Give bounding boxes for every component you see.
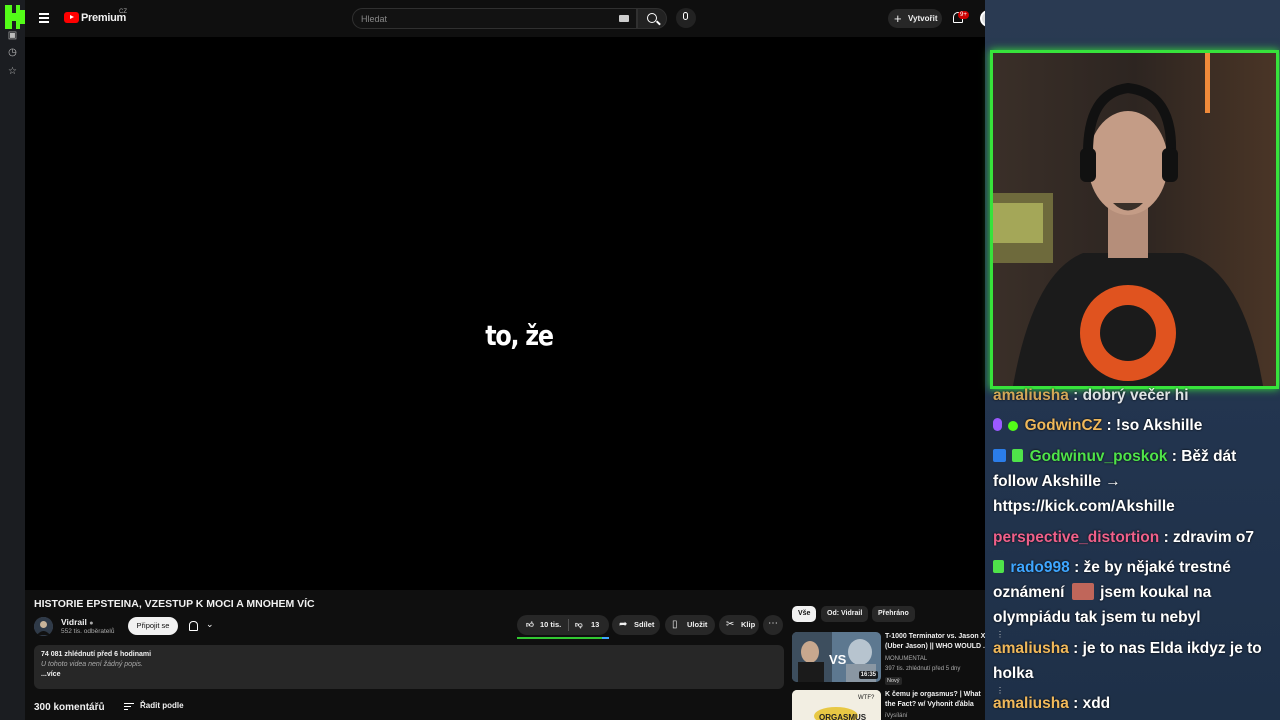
view-stats: 74 081 zhlédnutí před 6 hodinami <box>41 651 152 658</box>
description-text: U tohoto videa není žádný popis. <box>41 661 143 668</box>
comments-count: 300 komentářů <box>34 702 105 713</box>
video-thumbnail[interactable]: ORGASMUS WTF? <box>792 690 881 720</box>
like-dislike-group: 👍︎ 10 tis. 👎︎ 13 <box>517 615 609 635</box>
sort-label: Řadit podle <box>140 701 184 710</box>
create-button[interactable]: + Vytvořit <box>888 9 942 28</box>
chat-username[interactable]: GodwinCZ <box>1025 417 1103 434</box>
chat-message: amaliusha : xdd <box>993 691 1278 716</box>
chat-message: amaliusha : je to nas Elda ikdyz je to h… <box>993 636 1278 686</box>
chat-username[interactable]: rado998 <box>1010 559 1069 576</box>
chevron-down-icon[interactable]: ⌄ <box>206 619 214 630</box>
history-icon[interactable]: ◷ <box>7 47 18 58</box>
notifications-badge: 9+ <box>958 11 969 19</box>
svg-text:ORGASMUS: ORGASMUS <box>819 713 867 720</box>
recommendation-channel[interactable]: MONUMENTAL <box>885 656 927 662</box>
svg-text:WTF?: WTF? <box>858 695 875 701</box>
chip-from-channel[interactable]: Od: Vidrail <box>821 606 869 622</box>
chat-menu-icon[interactable]: ⋮ <box>996 630 1004 639</box>
scissors-icon: ✂ <box>726 619 735 630</box>
description-box[interactable]: 74 081 zhlédnutí před 6 hodinami U tohot… <box>34 645 784 689</box>
youtube-logo-icon[interactable] <box>64 12 79 23</box>
like-divider <box>568 619 569 631</box>
chip-all[interactable]: Vše <box>792 606 817 622</box>
bot-badge-icon <box>993 560 1004 573</box>
share-label: Sdílet <box>634 620 655 629</box>
search-icon <box>647 13 657 23</box>
join-button[interactable]: Připojit se <box>128 617 178 635</box>
create-label: Vytvořit <box>908 14 938 23</box>
chat-text: : !so Akshille <box>1106 417 1203 434</box>
chat-username[interactable]: amaliusha <box>993 387 1069 404</box>
verified-badge-icon <box>1008 421 1019 431</box>
chat-text: : xdd <box>1073 695 1111 712</box>
mic-badge-icon <box>993 418 1002 431</box>
channel-subscribers: 552 tis. odběratelů <box>61 628 115 635</box>
recommendation-channel[interactable]: iVysílání <box>885 713 907 719</box>
search-button[interactable] <box>637 8 667 29</box>
emote-icon <box>1071 583 1094 600</box>
description-more-link[interactable]: ...více <box>41 671 777 678</box>
keyboard-icon[interactable] <box>619 15 629 22</box>
kick-logo[interactable] <box>5 5 27 29</box>
menu-icon[interactable] <box>39 13 49 23</box>
chat-message: perspective_distortion : zdravim o7 <box>993 525 1278 550</box>
dislike-icon[interactable]: 👎︎ <box>575 615 583 635</box>
recommendation-title[interactable]: T-1000 Terminator vs. Jason X (Uber Jaso… <box>885 632 993 652</box>
search-box <box>352 8 637 29</box>
bot-badge-icon <box>1012 449 1024 462</box>
chat-message: GodwinCZ : !so Akshille <box>993 413 1278 438</box>
chat-message: rado998 : že by nějaké trestné oznámení … <box>993 555 1278 630</box>
like-ratio-bar <box>517 637 609 639</box>
sort-button[interactable]: Řadit podle <box>124 701 184 711</box>
save-button[interactable]: ▯ Uložit <box>665 615 715 635</box>
kick-sidebar: ▣ ◷ ☆ <box>0 0 27 720</box>
svg-text:VS: VS <box>829 652 847 667</box>
video-thumbnail[interactable]: VS 16:35 <box>792 632 881 682</box>
clip-label: Klip <box>741 620 756 629</box>
star-icon[interactable]: ☆ <box>7 66 18 77</box>
chat-username[interactable]: perspective_distortion <box>993 529 1159 546</box>
subscription-bell-icon[interactable] <box>189 621 198 631</box>
chat-text: : dobrý večer hi <box>1073 387 1189 404</box>
more-actions-button[interactable]: ⋯ <box>763 615 783 635</box>
recommendation-item[interactable]: VS 16:35 T-1000 Terminator vs. Jason X (… <box>792 632 992 687</box>
region-label: CZ <box>119 9 127 15</box>
chat-menu-icon[interactable]: ⋮ <box>996 686 1004 695</box>
library-icon[interactable]: ▣ <box>7 30 18 41</box>
video-duration: 16:35 <box>858 671 878 679</box>
chat-message: amaliusha : dobrý večer hi <box>993 383 1278 408</box>
recommendation-item[interactable]: ORGASMUS WTF? K čemu je orgasmus? | What… <box>792 690 992 720</box>
chat-username[interactable]: amaliusha <box>993 640 1069 657</box>
plus-icon: + <box>894 11 902 26</box>
video-subtitle: to, že <box>485 319 554 352</box>
recommendation-title[interactable]: K čemu je orgasmus? | What the Fact? w/ … <box>885 690 993 710</box>
chat-username[interactable]: amaliusha <box>993 695 1069 712</box>
video-player[interactable]: to, že <box>25 37 1010 590</box>
like-icon[interactable]: 👍︎ <box>526 615 534 635</box>
screen: ▣ ◷ ☆ Premium CZ + Vytvořit 9+ to, že HI… <box>0 0 1280 720</box>
save-label: Uložit <box>687 620 708 629</box>
microphone-icon <box>683 12 688 20</box>
voice-search-button[interactable] <box>676 8 696 28</box>
bookmark-icon: ▯ <box>672 619 678 630</box>
like-count[interactable]: 10 tis. <box>540 615 561 635</box>
webcam-feed <box>990 50 1279 389</box>
dislike-count[interactable]: 13 <box>591 615 599 635</box>
verified-icon: ● <box>89 620 94 627</box>
chat-username[interactable]: Godwinuv_poskok <box>1030 448 1168 465</box>
recommendation-meta: 397 tis. zhlédnutí před 5 dny <box>885 666 961 672</box>
clip-button[interactable]: ✂ Klip <box>719 615 759 635</box>
video-title: HISTORIE EPSTEINA, VZESTUP K MOCI A MNOH… <box>34 598 315 610</box>
channel-name[interactable]: Vidrail ● <box>61 617 93 627</box>
youtube-header: Premium CZ + Vytvořit 9+ <box>25 0 1010 37</box>
share-icon: ➦ <box>619 619 628 630</box>
subscriber-badge-icon <box>993 449 1006 462</box>
chat-text: : zdravim o7 <box>1163 529 1255 546</box>
chip-watched[interactable]: Přehráno <box>872 606 915 622</box>
chat-message: Godwinuv_poskok : Běž dát follow Akshill… <box>993 444 1278 519</box>
search-input[interactable] <box>353 9 613 28</box>
new-badge: Nový <box>885 677 902 685</box>
channel-avatar[interactable] <box>34 617 53 636</box>
share-button[interactable]: ➦ Sdílet <box>612 615 660 635</box>
